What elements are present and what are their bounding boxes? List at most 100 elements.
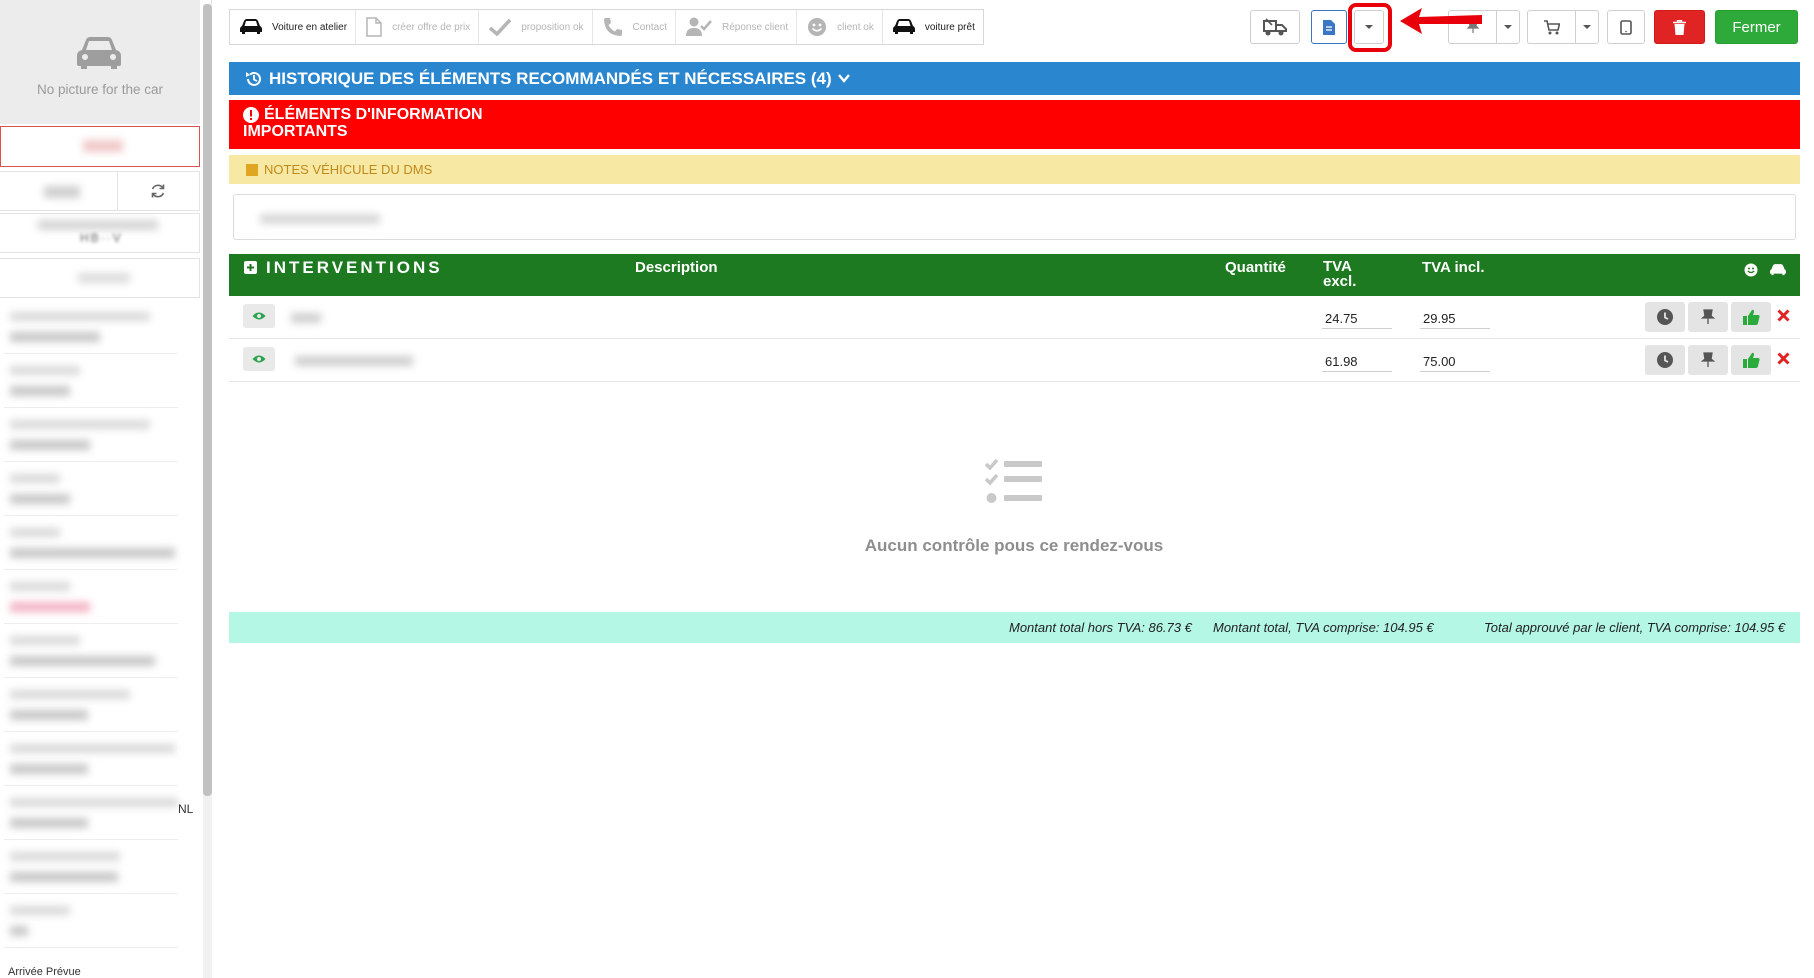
info-field bbox=[4, 896, 178, 948]
tva-excl-value[interactable]: 61.98 bbox=[1322, 350, 1392, 372]
file-text-icon bbox=[1323, 19, 1335, 35]
sidebar-scrollbar[interactable] bbox=[203, 4, 212, 978]
step-creer-offre-de-prix[interactable]: créer offre de prix bbox=[356, 10, 480, 44]
pin-icon bbox=[1701, 352, 1715, 367]
tva-incl-value[interactable]: 29.95 bbox=[1420, 307, 1490, 329]
interventions-table-header: INTERVENTIONS Description Quantité TVA ex… bbox=[229, 254, 1800, 296]
remove-icon[interactable] bbox=[1777, 352, 1790, 365]
info-field bbox=[4, 302, 178, 354]
important-title-line2: IMPORTANTS bbox=[243, 123, 348, 140]
history-title: HISTORIQUE DES ÉLÉMENTS RECOMMANDÉS ET N… bbox=[269, 68, 832, 88]
plus-square-icon[interactable] bbox=[244, 261, 257, 274]
step-voiture-en-atelier[interactable]: Voiture en atelier bbox=[230, 10, 357, 44]
total-approved: Total approuvé par le client, TVA compri… bbox=[1484, 620, 1786, 635]
pin-icon bbox=[1701, 309, 1715, 324]
info-field bbox=[4, 788, 178, 840]
car-icon bbox=[240, 19, 262, 34]
tva-excl-value[interactable]: 24.75 bbox=[1322, 307, 1392, 329]
approve-button[interactable] bbox=[1731, 302, 1771, 332]
clock-icon bbox=[1657, 309, 1673, 325]
sidebar-search[interactable] bbox=[0, 258, 200, 298]
step-reponse-client[interactable]: Réponse client bbox=[676, 10, 798, 44]
intervention-description bbox=[295, 356, 413, 366]
important-info-banner: ÉLÉMENTS D'INFORMATION IMPORTANTS bbox=[229, 100, 1800, 149]
description-header: Description bbox=[635, 259, 718, 276]
vin-suffix: NL bbox=[178, 802, 194, 816]
cart-dropdown-toggle[interactable] bbox=[1575, 10, 1599, 44]
info-field bbox=[4, 842, 178, 894]
trash-icon bbox=[1673, 19, 1686, 35]
tva-incl-header: TVA incl. bbox=[1422, 259, 1485, 276]
delete-button[interactable] bbox=[1654, 10, 1705, 44]
cart-icon bbox=[1543, 19, 1560, 34]
step-voiture-pret[interactable]: voiture prêt bbox=[883, 10, 983, 44]
smile-icon bbox=[808, 18, 827, 36]
tow-truck-button[interactable] bbox=[1250, 10, 1300, 44]
important-title-line1: ÉLÉMENTS D'INFORMATION bbox=[264, 106, 483, 123]
user-check-icon bbox=[685, 17, 712, 36]
mileage-field[interactable] bbox=[0, 172, 118, 210]
vehicle-sidebar: No picture for the car HB··V NL Arrivée … bbox=[0, 0, 212, 978]
totals-bar: Montant total hors TVA: 86.73 € Montant … bbox=[229, 612, 1800, 643]
remove-icon[interactable] bbox=[1777, 309, 1790, 322]
pin-row-button[interactable] bbox=[1688, 302, 1728, 332]
info-field bbox=[4, 356, 178, 408]
annotation-arrow-icon bbox=[1400, 8, 1482, 34]
car-picture-placeholder: No picture for the car bbox=[0, 0, 200, 124]
table-row: 61.98 75.00 bbox=[229, 339, 1800, 382]
sticky-note-icon bbox=[246, 163, 258, 176]
info-field bbox=[4, 626, 178, 678]
eye-icon bbox=[252, 355, 266, 363]
mileage-row bbox=[0, 171, 200, 211]
pin-row-button[interactable] bbox=[1688, 345, 1728, 375]
schedule-button[interactable] bbox=[1645, 302, 1685, 332]
document-icon bbox=[366, 17, 382, 37]
cart-button[interactable] bbox=[1527, 10, 1575, 44]
dms-notes-title: NOTES VÉHICULE DU DMS bbox=[264, 162, 433, 177]
dms-notes-content bbox=[233, 194, 1796, 240]
tablet-button[interactable] bbox=[1607, 10, 1645, 44]
phone-icon bbox=[603, 18, 622, 36]
no-picture-text: No picture for the car bbox=[36, 82, 164, 97]
intervention-description bbox=[291, 313, 321, 323]
eye-icon bbox=[252, 312, 266, 320]
history-banner[interactable]: HISTORIQUE DES ÉLÉMENTS RECOMMANDÉS ET N… bbox=[229, 62, 1800, 95]
info-field bbox=[4, 464, 178, 516]
tow-truck-icon bbox=[1263, 18, 1287, 36]
step-client-ok[interactable]: client ok bbox=[797, 10, 883, 44]
dms-notes-banner: NOTES VÉHICULE DU DMS bbox=[229, 155, 1800, 184]
view-button[interactable] bbox=[243, 347, 275, 371]
tva-incl-value[interactable]: 75.00 bbox=[1420, 350, 1490, 372]
arrivee-label: Arrivée Prévue bbox=[8, 966, 81, 978]
license-plate[interactable] bbox=[0, 126, 200, 167]
info-field bbox=[4, 518, 178, 570]
invoice-button[interactable] bbox=[1311, 10, 1347, 44]
step-proposition-ok[interactable]: proposition ok bbox=[479, 10, 593, 44]
step-contact[interactable]: Contact bbox=[593, 10, 676, 44]
empty-state-message: Aucun contrôle pous ce rendez-vous bbox=[864, 536, 1164, 555]
info-field bbox=[4, 572, 178, 624]
tablet-icon bbox=[1620, 19, 1632, 35]
chevron-down-icon bbox=[837, 74, 850, 83]
pin-dropdown-toggle[interactable] bbox=[1496, 10, 1520, 44]
exclamation-circle-icon bbox=[243, 106, 259, 123]
vin-field: HB··V bbox=[0, 213, 200, 253]
schedule-button[interactable] bbox=[1645, 345, 1685, 375]
refresh-icon[interactable] bbox=[150, 183, 166, 199]
info-field bbox=[4, 734, 178, 786]
clock-icon bbox=[1657, 352, 1673, 368]
approve-button[interactable] bbox=[1731, 345, 1771, 375]
chevron-down-icon bbox=[1504, 25, 1512, 29]
view-button[interactable] bbox=[243, 304, 275, 328]
close-button[interactable]: Fermer bbox=[1715, 10, 1798, 44]
check-icon bbox=[489, 18, 512, 36]
chevron-down-icon bbox=[1583, 25, 1591, 29]
smile-icon bbox=[1744, 263, 1758, 277]
tva-excl-header: TVA excl. bbox=[1323, 258, 1357, 290]
workflow-steps: Voiture en atelier créer offre de prix p… bbox=[229, 9, 984, 45]
history-icon bbox=[246, 71, 261, 86]
thumbs-up-icon bbox=[1742, 309, 1760, 325]
car-icon bbox=[892, 19, 915, 34]
interventions-header: INTERVENTIONS bbox=[266, 258, 443, 277]
annotation-highlight-box bbox=[1348, 3, 1392, 52]
